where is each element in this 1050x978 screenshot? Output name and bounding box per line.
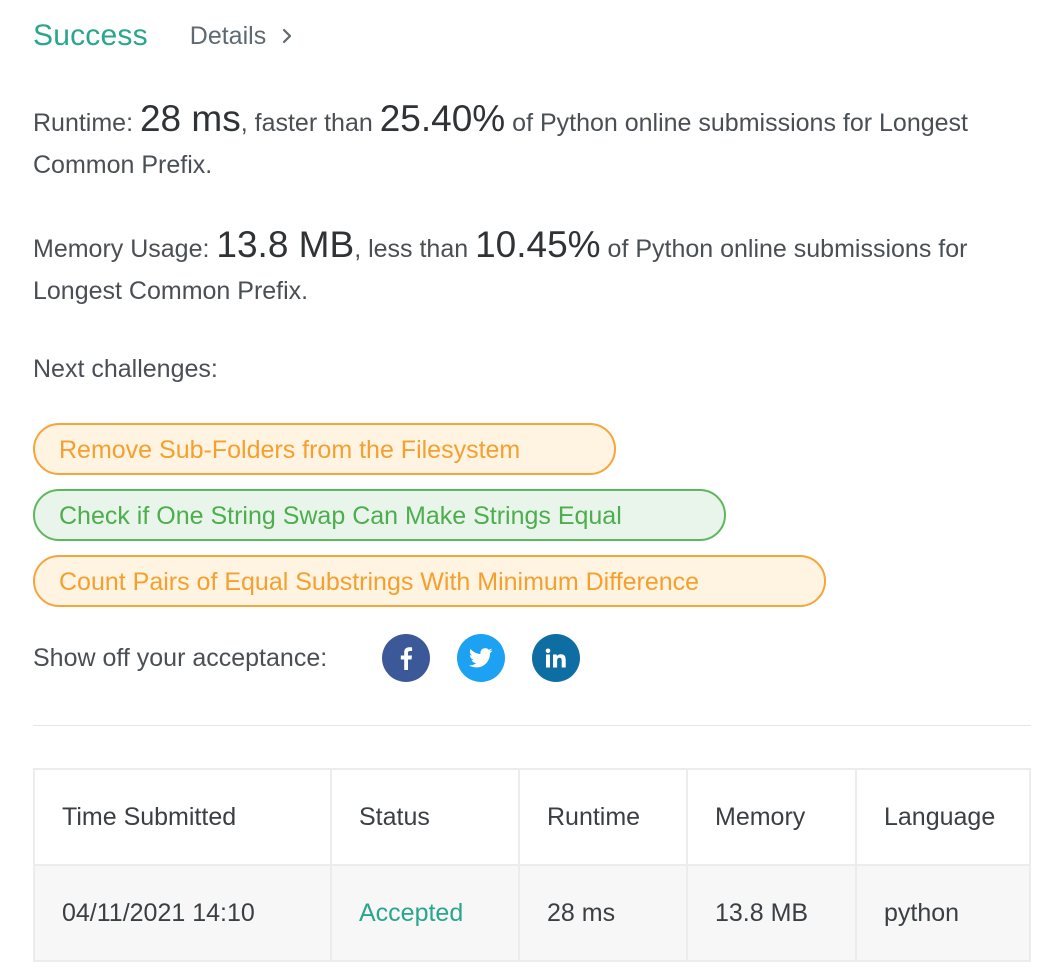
twitter-icon[interactable] — [457, 634, 506, 682]
section-divider — [33, 725, 1031, 726]
time-submitted-cell: 04/11/2021 14:10 — [33, 864, 332, 962]
runtime-mid-text: , faster than — [240, 109, 380, 137]
challenge-link[interactable]: Count Pairs of Equal Substrings With Min… — [33, 555, 826, 607]
runtime-value: 28 ms — [139, 98, 241, 139]
status-link[interactable]: Accepted — [359, 899, 463, 927]
memory-mid-text: , less than — [354, 235, 476, 263]
runtime-percent: 25.40% — [379, 98, 506, 139]
facebook-icon[interactable] — [382, 634, 431, 682]
submissions-table: Time Submitted Status Runtime Memory Lan… — [33, 768, 1031, 962]
result-header: Success Details — [33, 14, 292, 58]
memory-value: 13.8 MB — [216, 224, 355, 265]
challenge-link[interactable]: Remove Sub-Folders from the Filesystem — [33, 423, 616, 475]
column-header: Runtime — [518, 768, 688, 866]
linkedin-icon[interactable] — [532, 634, 581, 682]
runtime-cell: 28 ms — [518, 864, 688, 962]
share-row: Show off your acceptance: — [33, 634, 581, 682]
column-header: Time Submitted — [33, 768, 332, 866]
language-cell: python — [855, 864, 1031, 962]
memory-stat: Memory Usage: 13.8 MB, less than 10.45% … — [33, 224, 1023, 312]
details-label: Details — [189, 21, 267, 50]
result-status-title: Success — [33, 19, 148, 52]
details-link[interactable]: Details — [190, 22, 292, 51]
column-header: Status — [330, 768, 520, 866]
challenge-link[interactable]: Check if One String Swap Can Make String… — [33, 489, 726, 541]
runtime-label: Runtime: — [33, 109, 140, 137]
memory-label: Memory Usage: — [33, 235, 217, 263]
column-header: Language — [855, 768, 1031, 866]
status-cell: Accepted — [330, 864, 520, 962]
table-header-row: Time Submitted Status Runtime Memory Lan… — [33, 768, 1031, 866]
column-header: Memory — [686, 768, 857, 866]
memory-percent: 10.45% — [475, 224, 601, 265]
runtime-stat: Runtime: 28 ms, faster than 25.40% of Py… — [33, 98, 1023, 186]
share-label: Show off your acceptance: — [33, 643, 328, 672]
table-row: 04/11/2021 14:10 Accepted 28 ms 13.8 MB … — [33, 864, 1031, 962]
next-challenges-label: Next challenges: — [33, 355, 218, 383]
chevron-right-icon — [282, 28, 292, 44]
memory-cell: 13.8 MB — [686, 864, 857, 962]
